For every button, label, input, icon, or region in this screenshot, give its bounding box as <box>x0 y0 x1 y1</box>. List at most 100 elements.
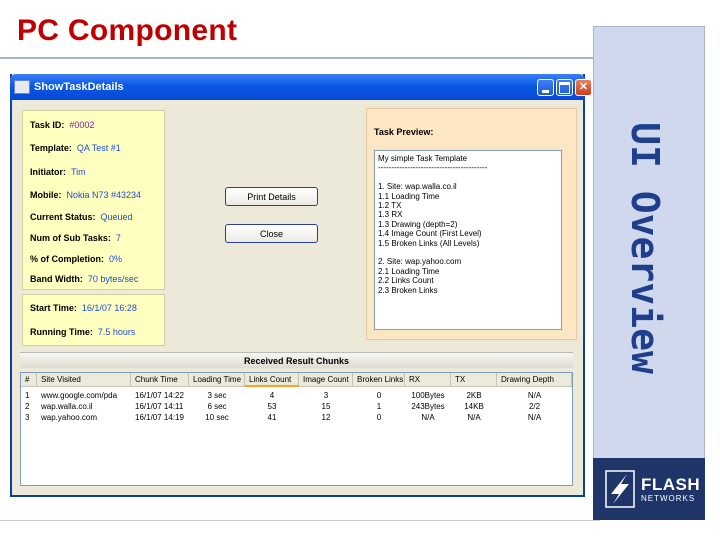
table-cell: wap.yahoo.com <box>41 413 98 422</box>
preview-line: 2.1 Loading Time <box>378 266 440 276</box>
column-header[interactable]: Site Visited <box>37 373 131 387</box>
table-cell: wap.walla.co.il <box>41 402 93 411</box>
initiator-row: Initiator: Tim <box>30 167 86 177</box>
subtasks-row: Num of Sub Tasks: 7 <box>30 233 121 243</box>
column-header[interactable]: # <box>21 373 37 387</box>
template-value: QA Test #1 <box>76 143 121 153</box>
column-header[interactable]: Chunk Time <box>131 373 189 387</box>
logo-sub-text: NETWORKS <box>641 493 696 503</box>
mobile-row: Mobile: Nokia N73 #43234 <box>30 190 142 200</box>
table-cell: 53 <box>267 402 277 411</box>
side-caption: UI Overview <box>623 122 668 374</box>
template-row: Template: QA Test #1 <box>30 143 121 153</box>
table-cell: N/A <box>421 413 435 422</box>
running-time-value: 7.5 hours <box>97 327 136 337</box>
preview-line: 1.3 Drawing (depth=2) <box>378 219 458 229</box>
preview-line: 1.2 TX <box>378 201 402 211</box>
results-list[interactable]: # Site Visited Chunk Time Loading Time L… <box>20 372 573 486</box>
status-value: Queued <box>100 212 133 222</box>
table-cell: 6 sec <box>207 402 227 411</box>
table-cell: 3 <box>323 391 329 400</box>
table-row[interactable]: 2 wap.walla.co.il 16/1/07 14:11 6 sec 53… <box>21 401 572 412</box>
close-icon: ✕ <box>578 81 589 93</box>
status-row: Current Status: Queued <box>30 212 133 222</box>
table-cell: 1 <box>25 391 30 400</box>
title-underline <box>0 57 600 59</box>
completion-value: 0% <box>109 254 123 264</box>
slide-title: PC Component <box>17 14 238 47</box>
subtasks-value: 7 <box>115 233 121 243</box>
table-cell: 0 <box>376 413 382 422</box>
table-cell: 3 sec <box>207 391 227 400</box>
table-cell: 1 <box>376 402 382 411</box>
column-header[interactable]: Image Count <box>299 373 353 387</box>
table-cell: 10 sec <box>205 413 229 422</box>
task-id-value: #0002 <box>69 120 95 130</box>
task-details-window: ShowTaskDetails ✕ Task ID: #0002 Template… <box>10 74 592 497</box>
mobile-value: Nokia N73 #43234 <box>66 190 142 200</box>
bandwidth-row: Band Width: 70 bytes/sec <box>30 274 139 284</box>
table-row[interactable]: 1 www.google.com/pda 16/1/07 14:22 3 sec… <box>21 390 572 401</box>
preview-line: My simple Task Template <box>378 154 468 163</box>
preview-line: 1.4 Image Count (First Level) <box>378 229 482 239</box>
preview-line: 2.2 Links Count <box>378 276 434 286</box>
preview-line: 1. Site: wap.walla.co.il <box>378 182 457 192</box>
column-header[interactable]: Loading Time <box>189 373 245 387</box>
table-cell: N/A <box>527 391 542 400</box>
window-title: ShowTaskDetails <box>34 81 124 93</box>
task-info-panel: Task ID: #0002 Template: QA Test #1 Initia… <box>22 110 165 290</box>
results-column-headers: # Site Visited Chunk Time Loading Time L… <box>21 373 572 387</box>
results-header: Received Result Chunks <box>20 352 573 368</box>
timing-panel: Start Time: 16/1/07 16:28 Running Time: 7.… <box>22 294 165 346</box>
table-cell: 2KB <box>466 391 482 400</box>
table-cell: N/A <box>527 413 542 422</box>
table-cell: 0 <box>376 391 382 400</box>
bandwidth-value: 70 bytes/sec <box>87 274 139 284</box>
column-header[interactable]: Links Count <box>245 373 299 387</box>
window-titlebar[interactable]: ShowTaskDetails ✕ <box>10 74 592 100</box>
column-header[interactable]: TX <box>451 373 497 387</box>
table-cell: www.google.com/pda <box>41 391 118 400</box>
preview-line: 1.1 Loading Time <box>378 191 440 201</box>
table-cell: 12 <box>321 413 331 422</box>
table-cell: 3 <box>25 413 30 422</box>
column-header[interactable]: Drawing Depth <box>497 373 572 387</box>
table-cell: 4 <box>269 391 275 400</box>
table-cell: 14KB <box>464 402 484 411</box>
task-preview-panel: Task Preview: My simple Task Template --… <box>366 108 577 340</box>
column-header[interactable]: Broken Links <box>353 373 405 387</box>
running-time-row: Running Time: 7.5 hours <box>30 327 136 337</box>
preview-line: ----------------------------------------… <box>378 163 488 173</box>
table-cell: 16/1/07 14:11 <box>135 402 184 411</box>
table-cell: 2/2 <box>528 402 541 411</box>
table-cell: 16/1/07 14:22 <box>135 391 184 400</box>
table-cell: N/A <box>467 413 481 422</box>
table-cell: 243Bytes <box>411 402 445 411</box>
task-preview-label: Task Preview: <box>374 127 434 137</box>
flash-networks-logo-icon <box>605 470 635 508</box>
maximize-button[interactable] <box>556 79 573 96</box>
task-id-row: Task ID: #0002 <box>30 120 95 130</box>
table-cell: 15 <box>321 402 331 411</box>
preview-line <box>378 173 558 182</box>
table-cell: 41 <box>267 413 277 422</box>
flash-networks-logo: FLASH NETWORKS <box>593 458 705 520</box>
minimize-button[interactable] <box>537 79 554 96</box>
table-cell: 2 <box>25 402 30 411</box>
logo-brand-text: FLASH <box>641 474 701 494</box>
preview-line: 2. Site: wap.yahoo.com <box>378 257 462 267</box>
print-details-button[interactable]: Print Details <box>225 187 318 206</box>
close-window-button[interactable]: ✕ <box>575 79 592 96</box>
app-icon <box>14 80 30 94</box>
preview-line <box>378 248 558 257</box>
preview-line: 1.5 Broken Links (All Levels) <box>378 238 480 248</box>
initiator-value: Tim <box>71 167 86 177</box>
start-time-row: Start Time: 16/1/07 16:28 <box>30 303 137 313</box>
column-header[interactable]: RX <box>405 373 451 387</box>
table-cell: 100Bytes <box>411 391 445 400</box>
task-preview-textbox[interactable]: My simple Task Template ----------------… <box>374 150 562 330</box>
start-time-value: 16/1/07 16:28 <box>81 303 137 313</box>
bottom-rule <box>0 520 600 521</box>
table-row[interactable]: 3 wap.yahoo.com 16/1/07 14:19 10 sec 41 … <box>21 412 572 423</box>
close-button[interactable]: Close <box>225 224 318 243</box>
